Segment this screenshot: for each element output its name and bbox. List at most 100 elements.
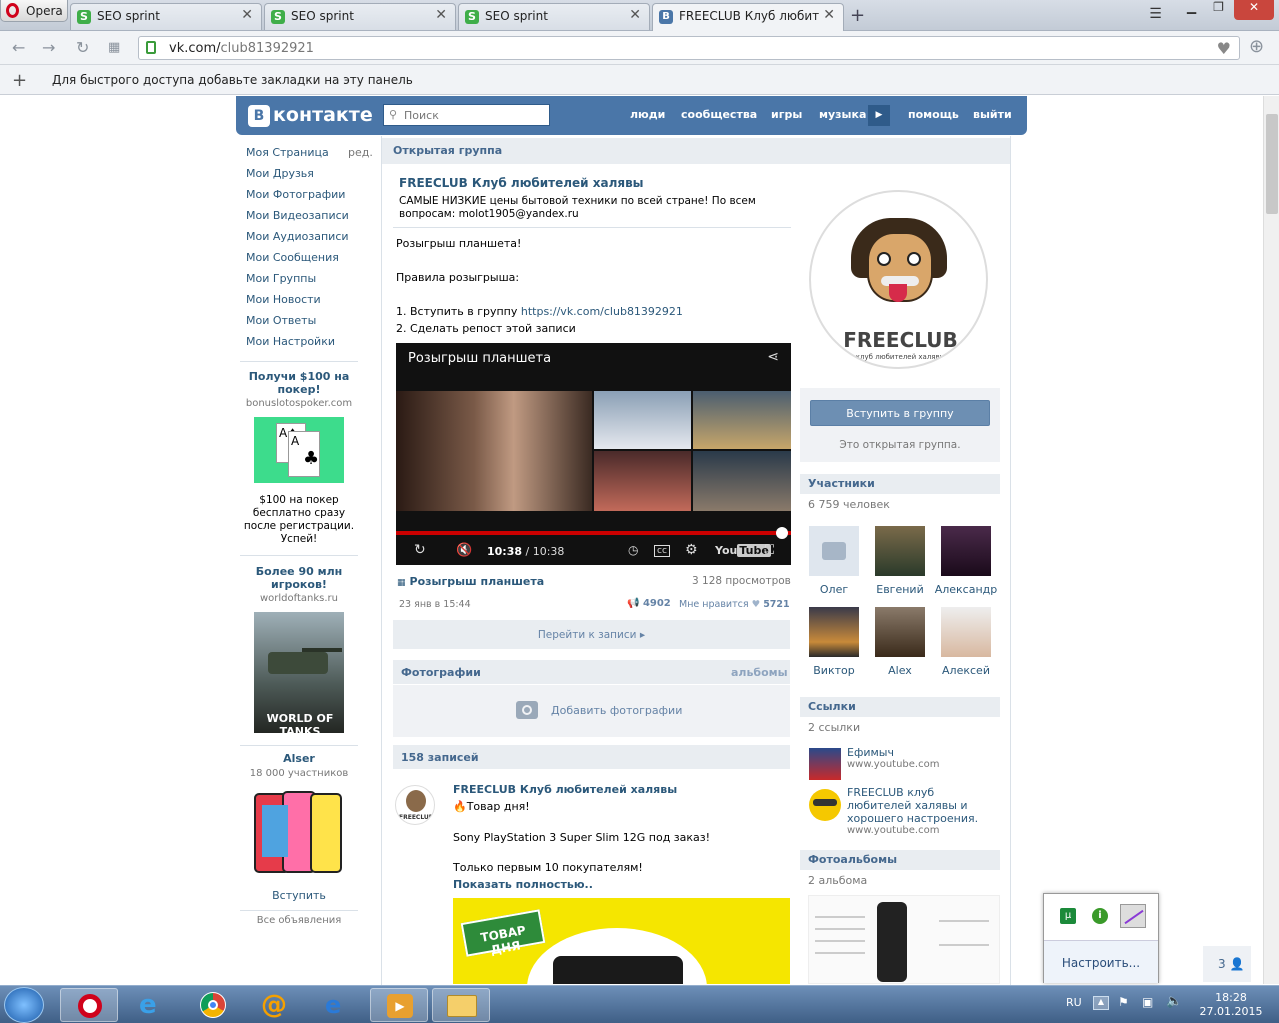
tab-freeclub[interactable]: B FREECLUB Клуб любителе ✕	[652, 3, 844, 32]
close-tab-icon[interactable]: ✕	[823, 7, 835, 23]
utorrent-icon[interactable]: µ	[1060, 908, 1076, 924]
close-window-icon[interactable]: ✕	[1234, 0, 1274, 20]
language-indicator[interactable]: RU	[1066, 996, 1082, 1009]
menu-my-page[interactable]: Моя Страница	[246, 146, 329, 159]
edit-link[interactable]: ред.	[348, 146, 373, 159]
nav-people[interactable]: люди	[630, 108, 665, 121]
search-input[interactable]: ⚲ Поиск	[383, 104, 550, 126]
join-group-button[interactable]: Вступить в группу	[810, 400, 990, 426]
member-avatar[interactable]	[941, 526, 991, 576]
nav-games[interactable]: игры	[771, 108, 802, 121]
taskbar-ie-shield[interactable]: e	[308, 988, 366, 1022]
configure-tray-link[interactable]: Настроить...	[1044, 940, 1158, 983]
albums-link[interactable]: альбомы	[731, 666, 788, 679]
member-name[interactable]: Олег	[799, 583, 869, 596]
ad-phones-image[interactable]	[254, 789, 344, 877]
taskbar-explorer[interactable]	[432, 988, 490, 1022]
back-icon[interactable]: ←	[12, 38, 25, 57]
menu-videos[interactable]: Мои Видеозаписи	[246, 209, 349, 222]
group-avatar[interactable]: FREECLUB клуб любителей халявы	[809, 190, 988, 369]
share-icon[interactable]: ⋖	[767, 349, 779, 365]
reload-icon[interactable]: ↻	[76, 38, 89, 57]
menu-answers[interactable]: Мои Ответы	[246, 314, 316, 327]
system-clock[interactable]: 18:28 27.01.2015	[1196, 991, 1266, 1019]
tab-seo-sprint-3[interactable]: S SEO sprint ✕	[458, 3, 650, 30]
network-icon[interactable]: ▣	[1142, 995, 1153, 1009]
close-tab-icon[interactable]: ✕	[241, 7, 253, 23]
online-counter[interactable]: 3 👤	[1203, 946, 1251, 982]
show-hidden-icons-icon[interactable]: ▲	[1093, 996, 1109, 1010]
ad-cards-image[interactable]: A♠ A♣	[254, 417, 344, 483]
youtube-logo-icon[interactable]: You Tube	[715, 544, 771, 557]
video-caption-link[interactable]: ▦ Розыгрыш планшета	[397, 575, 544, 588]
speed-dial-icon[interactable]: ▦	[108, 40, 120, 55]
link-title[interactable]: Ефимыч	[847, 746, 894, 759]
ad-title[interactable]: Получи $100 на покер!	[240, 370, 358, 396]
minimize-icon[interactable]: ▁	[1178, 0, 1205, 20]
taskbar-ie[interactable]: e	[122, 988, 180, 1022]
post-author-avatar[interactable]: FREECLUB	[395, 785, 435, 825]
vk-logo[interactable]: Вконтакте	[248, 104, 373, 127]
album-thumbnail[interactable]	[808, 895, 1000, 984]
member-name[interactable]: Александр	[931, 583, 1001, 596]
member-name[interactable]: Алексей	[931, 664, 1001, 677]
start-button-icon[interactable]	[4, 987, 44, 1023]
download-icon[interactable]: ⊕	[1249, 36, 1264, 57]
tab-seo-sprint-2[interactable]: S SEO sprint ✕	[264, 3, 456, 30]
heart-icon[interactable]: ♥	[1217, 39, 1231, 58]
albums-header[interactable]: Фотоальбомы	[800, 850, 1000, 870]
link-title[interactable]: FREECLUB клуб любителей халявы и хорошег…	[847, 786, 995, 825]
ad-title[interactable]: Alser	[240, 752, 358, 765]
page-scrollbar[interactable]	[1263, 96, 1279, 984]
menu-messages[interactable]: Мои Сообщения	[246, 251, 339, 264]
volume-tray-icon[interactable]: 🔈	[1166, 994, 1182, 1009]
taskbar-opera[interactable]	[60, 988, 118, 1022]
settings-gear-icon[interactable]: ⚙	[685, 542, 698, 558]
menu-audio[interactable]: Мои Аудиозаписи	[246, 230, 349, 243]
member-avatar[interactable]	[875, 607, 925, 657]
video-player[interactable]: Розыгрыш планшета ⋖ ↻ 🔇 10:38 / 10:38 ◷ …	[396, 343, 791, 565]
member-avatar[interactable]	[941, 607, 991, 657]
nav-logout[interactable]: выйти	[973, 108, 1012, 121]
tab-menu-icon[interactable]: ☰	[1142, 6, 1169, 26]
link-thumb[interactable]	[809, 789, 841, 821]
all-ads-link[interactable]: Все объявления	[240, 915, 358, 926]
post-link[interactable]: https://vk.com/club81392921	[521, 305, 683, 318]
member-avatar[interactable]	[809, 607, 859, 657]
new-tab-button[interactable]: +	[850, 5, 865, 26]
ad-title[interactable]: Более 90 млн игроков!	[240, 565, 358, 591]
menu-news[interactable]: Мои Новости	[246, 293, 321, 306]
link-thumb[interactable]	[809, 748, 841, 780]
forward-icon[interactable]: →	[42, 38, 55, 57]
show-more-link[interactable]: Показать полностью..	[453, 878, 593, 891]
volume-icon[interactable]: 🔇	[456, 543, 472, 558]
member-name[interactable]: Alex	[865, 664, 935, 677]
taskbar-mail[interactable]: @	[246, 988, 304, 1022]
menu-friends[interactable]: Мои Друзья	[246, 167, 314, 180]
add-photos-link[interactable]: Добавить фотографии	[551, 704, 682, 717]
add-bookmark-icon[interactable]: +	[12, 70, 27, 91]
nav-help[interactable]: помощь	[908, 108, 959, 121]
video-progress-knob[interactable]	[776, 527, 788, 539]
member-avatar[interactable]	[875, 526, 925, 576]
member-avatar[interactable]	[809, 526, 859, 576]
member-name[interactable]: Виктор	[799, 664, 869, 677]
members-header[interactable]: Участники	[800, 474, 1000, 494]
member-name[interactable]: Евгений	[865, 583, 935, 596]
watch-later-icon[interactable]: ◷	[628, 543, 638, 557]
replay-icon[interactable]: ↻	[414, 542, 426, 558]
captions-icon[interactable]: cc	[654, 545, 670, 557]
fullscreen-icon[interactable]: ⛶	[765, 543, 774, 558]
post-image[interactable]: ТОВАР ДНЯ	[453, 898, 790, 984]
maximize-icon[interactable]: ❐	[1205, 0, 1232, 20]
opera-menu-button[interactable]: Opera	[0, 0, 68, 22]
taskbar-chrome[interactable]	[184, 988, 242, 1022]
close-tab-icon[interactable]: ✕	[435, 7, 447, 23]
action-center-flag-icon[interactable]: ⚑	[1118, 995, 1129, 1009]
nav-communities[interactable]: сообщества	[681, 108, 757, 121]
url-field[interactable]: vk.com/club81392921 ♥	[138, 36, 1240, 60]
video-progress[interactable]	[396, 531, 791, 535]
ad-join-link[interactable]: Вступить	[240, 889, 358, 902]
info-icon[interactable]: i	[1092, 908, 1108, 924]
scrollbar-thumb[interactable]	[1266, 114, 1278, 214]
